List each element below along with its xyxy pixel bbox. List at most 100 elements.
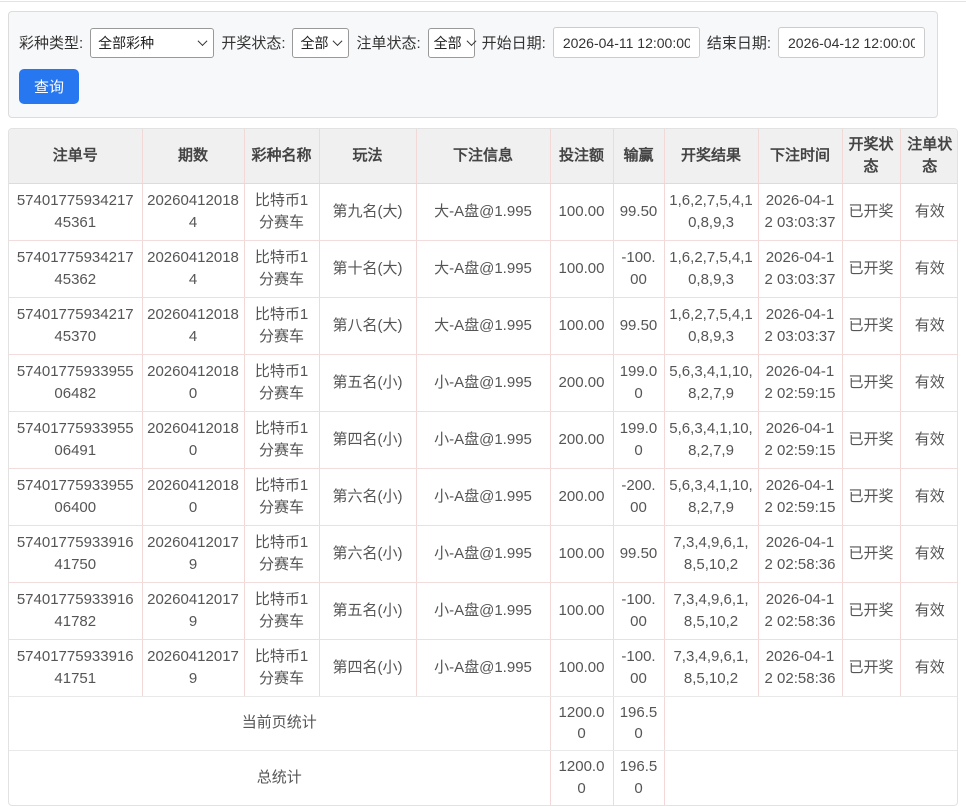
lottery-type-label: 彩种类型:: [19, 35, 84, 52]
header-row: 注单号 期数 彩种名称 玩法 下注信息 投注额 输赢 开奖结果 下注时间 开奖状…: [9, 129, 957, 184]
cell-order-id: 5740177593395506400: [9, 468, 142, 526]
cell-bet-time: 2026-04-12 03:03:37: [757, 183, 842, 241]
cell-order-status: 有效: [899, 411, 957, 469]
cell-order-status: 有效: [899, 639, 957, 697]
cell-lottery-name: 比特币1分赛车: [243, 468, 319, 526]
cell-order-status: 有效: [899, 297, 957, 355]
cell-bet-time: 2026-04-12 02:59:15: [757, 468, 842, 526]
cell-play-type: 第八名(大): [318, 297, 416, 355]
order-status-value: 全部: [433, 34, 462, 51]
cell-bet-time: 2026-04-12 02:59:15: [757, 354, 842, 412]
cell-period: 202604120184: [141, 183, 244, 241]
cell-draw-result: 1,6,2,7,5,4,10,8,9,3: [663, 297, 758, 355]
cell-bet-time: 2026-04-12 02:58:36: [757, 525, 842, 583]
cell-draw-status: 已开奖: [841, 183, 900, 241]
cell-draw-status: 已开奖: [841, 354, 900, 412]
table-row: 5740177593395506491 202604120180 比特币1分赛车 第四…: [9, 411, 957, 469]
cell-order-status: 有效: [899, 525, 957, 583]
table-row: 5740177593391641751 202604120179 比特币1分赛车 第四…: [9, 639, 957, 697]
cell-order-status: 有效: [899, 183, 957, 241]
summary-row-current-page: 当前页统计 1200.00 196.50: [9, 696, 957, 751]
cell-play-type: 第五名(小): [318, 582, 416, 640]
chevron-down-icon: [333, 36, 343, 47]
lottery-type-select[interactable]: 全部彩种: [90, 27, 215, 58]
cell-bet-amount: 100.00: [549, 582, 613, 640]
cell-period: 202604120184: [141, 297, 244, 355]
cell-win-loss: 199.00: [612, 354, 664, 412]
cell-bet-info: 小-A盘@1.995: [415, 411, 550, 469]
cell-lottery-name: 比特币1分赛车: [243, 183, 319, 241]
cell-lottery-name: 比特币1分赛车: [243, 354, 319, 412]
col-header-lottery-name: 彩种名称: [243, 129, 319, 184]
col-header-order-status: 注单状态: [899, 129, 957, 184]
cell-bet-amount: 100.00: [549, 183, 613, 241]
chevron-down-icon: [197, 36, 208, 47]
cell-order-id: 5740177593395506482: [9, 354, 142, 412]
cell-bet-info: 小-A盘@1.995: [415, 639, 550, 697]
cell-bet-info: 大-A盘@1.995: [415, 183, 550, 241]
summary-win-loss: 196.50: [612, 696, 664, 751]
cell-win-loss: -100.00: [612, 639, 664, 697]
cell-play-type: 第九名(大): [318, 183, 416, 241]
end-date-label: 结束日期:: [706, 35, 771, 52]
col-header-draw-result: 开奖结果: [663, 129, 758, 184]
cell-draw-status: 已开奖: [841, 468, 900, 526]
cell-draw-status: 已开奖: [841, 639, 900, 697]
table-row: 5740177593421745362 202604120184 比特币1分赛车 第十…: [9, 240, 957, 298]
cell-bet-amount: 200.00: [549, 468, 613, 526]
cell-draw-result: 7,3,4,9,6,1,8,5,10,2: [663, 525, 758, 583]
summary-row-total: 总统计 1200.00 196.50: [9, 750, 957, 805]
chevron-down-icon: [466, 36, 477, 47]
cell-bet-amount: 100.00: [549, 639, 613, 697]
lottery-type-value: 全部彩种: [98, 34, 155, 51]
top-divider: [0, 0, 966, 2]
cell-lottery-name: 比特币1分赛车: [243, 240, 319, 298]
cell-bet-info: 大-A盘@1.995: [415, 240, 550, 298]
cell-draw-result: 7,3,4,9,6,1,8,5,10,2: [663, 639, 758, 697]
summary-empty-cell: [663, 696, 957, 751]
col-header-bet-amount: 投注额: [549, 129, 613, 184]
cell-draw-result: 5,6,3,4,1,10,8,2,7,9: [663, 354, 758, 412]
col-header-order-id: 注单号: [9, 129, 142, 184]
cell-draw-status: 已开奖: [841, 411, 900, 469]
cell-bet-time: 2026-04-12 03:03:37: [757, 297, 842, 355]
bets-table-wrap: 注单号 期数 彩种名称 玩法 下注信息 投注额 输赢 开奖结果 下注时间 开奖状…: [8, 128, 958, 806]
cell-lottery-name: 比特币1分赛车: [243, 582, 319, 640]
col-header-play-type: 玩法: [318, 129, 416, 184]
cell-draw-status: 已开奖: [841, 525, 900, 583]
cell-period: 202604120179: [141, 582, 244, 640]
summary-label: 总统计: [256, 768, 302, 786]
cell-bet-info: 小-A盘@1.995: [415, 468, 550, 526]
table-row: 5740177593395506400 202604120180 比特币1分赛车 第六…: [9, 468, 957, 526]
filter-panel: 彩种类型: 全部彩种 开奖状态: 全部 注单状态: 全部 开始日期: 结束日期:…: [8, 11, 938, 118]
col-header-period: 期数: [141, 129, 244, 184]
table-row: 5740177593391641750 202604120179 比特币1分赛车 第六…: [9, 525, 957, 583]
bets-table: 注单号 期数 彩种名称 玩法 下注信息 投注额 输赢 开奖结果 下注时间 开奖状…: [9, 129, 957, 805]
cell-win-loss: -200.00: [612, 468, 664, 526]
order-status-select[interactable]: 全部: [427, 27, 477, 58]
cell-win-loss: 99.50: [612, 297, 664, 355]
cell-bet-info: 小-A盘@1.995: [415, 354, 550, 412]
cell-play-type: 第四名(小): [318, 411, 416, 469]
col-header-draw-status: 开奖状态: [841, 129, 900, 184]
button-row: 查询: [19, 69, 925, 104]
cell-lottery-name: 比特币1分赛车: [243, 411, 319, 469]
query-button[interactable]: 查询: [19, 69, 80, 104]
cell-draw-status: 已开奖: [841, 582, 900, 640]
cell-period: 202604120184: [141, 240, 244, 298]
summary-win-loss: 196.50: [612, 750, 664, 805]
start-date-label: 开始日期:: [481, 35, 546, 52]
summary-bet-amount: 1200.00: [549, 696, 613, 751]
cell-draw-result: 5,6,3,4,1,10,8,2,7,9: [663, 468, 758, 526]
cell-period: 202604120179: [141, 639, 244, 697]
end-date-input[interactable]: [778, 27, 925, 58]
start-date-input[interactable]: [552, 27, 700, 58]
cell-draw-status: 已开奖: [841, 297, 900, 355]
order-status-label: 注单状态:: [356, 35, 421, 52]
cell-win-loss: -100.00: [612, 582, 664, 640]
draw-status-select[interactable]: 全部: [292, 27, 350, 58]
cell-bet-info: 小-A盘@1.995: [415, 525, 550, 583]
cell-bet-amount: 100.00: [549, 240, 613, 298]
table-row: 5740177593395506482 202604120180 比特币1分赛车 第五…: [9, 354, 957, 412]
cell-bet-amount: 100.00: [549, 525, 613, 583]
